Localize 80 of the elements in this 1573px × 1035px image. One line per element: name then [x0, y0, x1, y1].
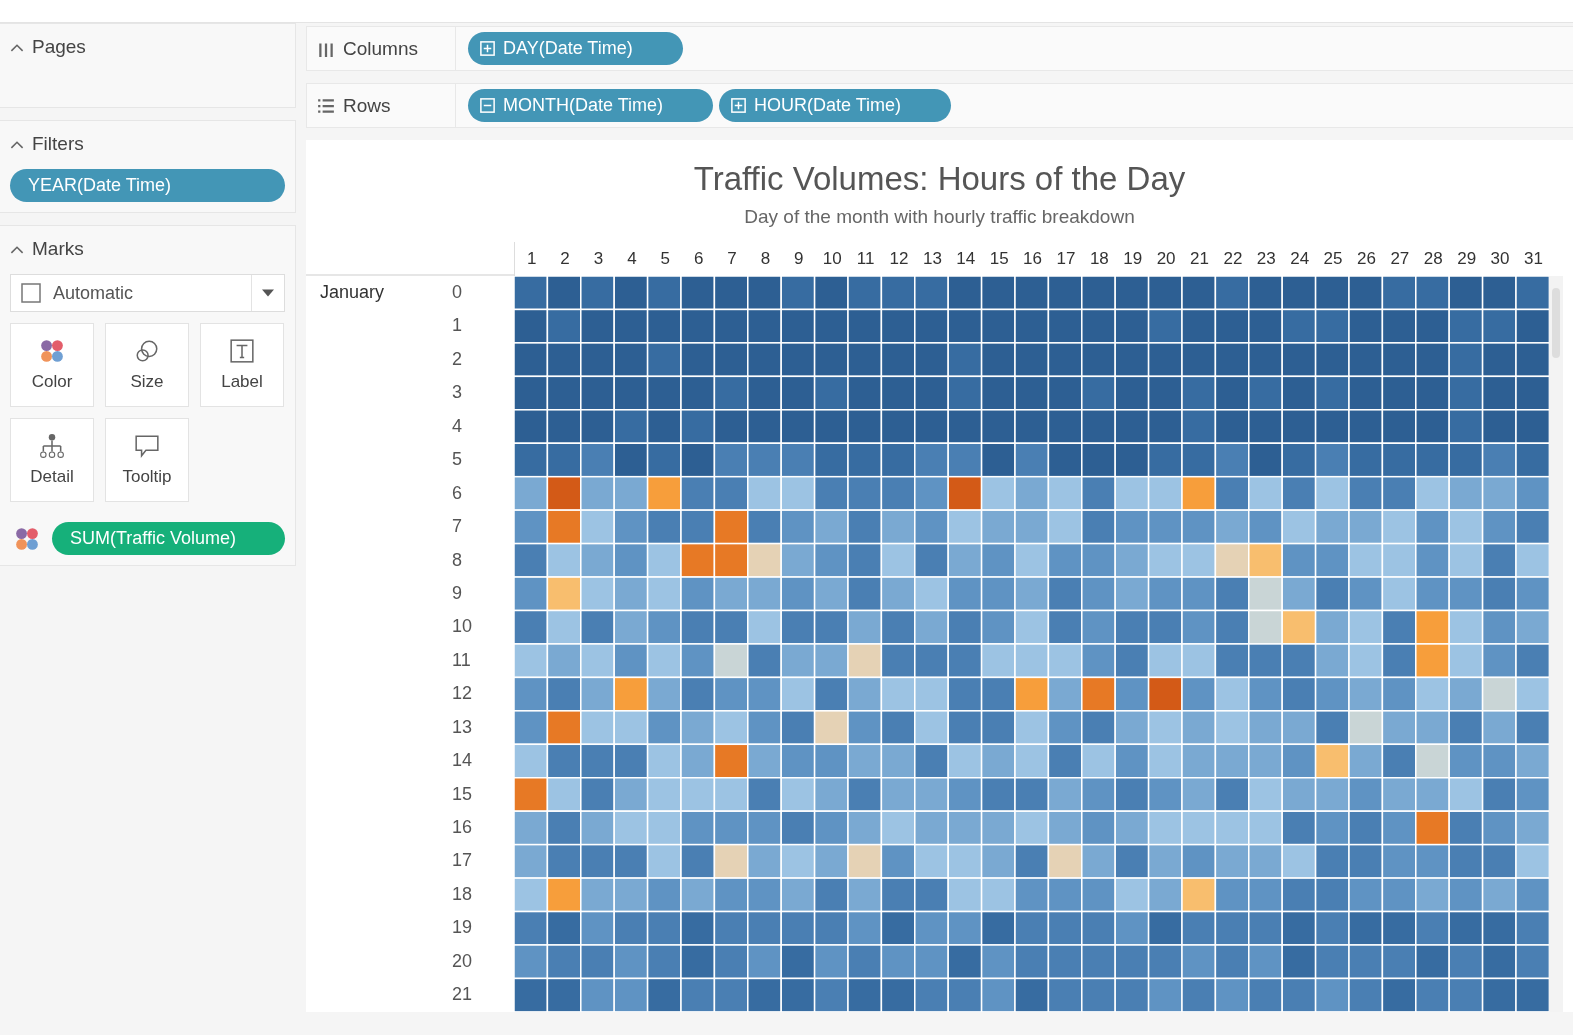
column-header: 31 — [1522, 249, 1544, 269]
mark-card-button[interactable]: Tooltip — [105, 418, 189, 502]
marks-header[interactable]: Marks — [10, 234, 285, 264]
shelf-label: Rows — [343, 94, 391, 117]
rows-icon — [317, 96, 335, 115]
column-header: 19 — [1122, 249, 1144, 269]
mark-type-dropdown[interactable]: Automatic — [10, 274, 285, 312]
column-header: 9 — [793, 249, 805, 269]
text-box-icon — [229, 338, 255, 364]
mark-card-button[interactable]: Detail — [10, 418, 94, 502]
column-header: 7 — [726, 249, 738, 269]
row-header: 0 — [451, 281, 463, 304]
section-title: Pages — [32, 36, 86, 58]
mark-card-button[interactable]: Size — [105, 323, 189, 407]
row-header: 2 — [451, 347, 463, 371]
column-header: 16 — [1022, 249, 1043, 269]
mark-card-button[interactable]: Color — [10, 323, 94, 407]
row-header: 3 — [451, 381, 463, 405]
chart-title: Traffic Volumes: Hours of the Day — [692, 160, 1187, 198]
row-header: 10 — [451, 615, 474, 639]
scrollbar[interactable] — [1549, 276, 1564, 1012]
column-header: 24 — [1289, 249, 1311, 269]
row-header: 7 — [451, 515, 463, 539]
column-header: 12 — [888, 249, 910, 269]
column-header: 29 — [1456, 249, 1478, 269]
row-header: 20 — [451, 949, 474, 973]
hierarchy-icon — [39, 433, 65, 459]
mark-card-button[interactable]: Label — [200, 323, 284, 407]
row-header: 4 — [451, 414, 463, 438]
column-header: 15 — [988, 249, 1010, 269]
column-header: 17 — [1055, 249, 1077, 269]
chart-subtitle: Day of the month with hourly traffic breakdown — [743, 206, 1136, 228]
shelf-label: Columns — [343, 37, 418, 60]
section-title: Marks — [32, 238, 84, 260]
column-header: 25 — [1322, 249, 1344, 269]
column-header: 5 — [659, 249, 671, 269]
column-header: 14 — [955, 249, 977, 269]
row-header: 19 — [451, 916, 474, 940]
column-header: 8 — [759, 249, 772, 269]
column-header: 2 — [559, 249, 571, 269]
section-title: Filters — [32, 133, 84, 155]
row-header: 21 — [451, 983, 474, 1007]
column-header: 1 — [525, 249, 538, 269]
column-header: 30 — [1489, 249, 1511, 269]
row-header: 17 — [451, 849, 474, 873]
column-header: 21 — [1189, 249, 1210, 269]
row-header: 12 — [451, 682, 474, 706]
color-dots-icon — [39, 338, 65, 364]
column-header: 13 — [921, 249, 943, 269]
column-header: 18 — [1088, 249, 1110, 269]
pages-header[interactable]: Pages — [10, 32, 285, 62]
row-header: 13 — [451, 715, 474, 739]
column-header: 28 — [1422, 249, 1444, 269]
column-header: 20 — [1155, 249, 1177, 269]
color-dots-icon — [14, 525, 40, 552]
row-header: 5 — [451, 448, 463, 472]
speech-bubble-icon — [134, 433, 160, 459]
column-header: 23 — [1255, 249, 1277, 269]
row-header: January — [320, 281, 385, 304]
row-header: 1 — [451, 314, 463, 338]
row-header: 8 — [451, 548, 463, 572]
row-header: 15 — [451, 782, 474, 806]
square-icon — [21, 283, 41, 303]
row-header: 16 — [451, 816, 474, 839]
column-header: 26 — [1356, 249, 1377, 269]
column-header: 11 — [855, 249, 876, 269]
filters-header[interactable]: Filters — [10, 129, 285, 159]
row-header: 11 — [451, 648, 472, 672]
circles-icon — [134, 338, 160, 364]
caret-icon — [262, 289, 274, 297]
column-header: 6 — [692, 249, 705, 269]
column-header: 27 — [1389, 249, 1411, 269]
row-header: 9 — [451, 581, 463, 605]
row-header: 14 — [451, 749, 474, 773]
column-header: 22 — [1222, 249, 1244, 269]
column-header: 10 — [821, 249, 843, 269]
row-header: 18 — [451, 882, 474, 906]
column-header: 4 — [626, 249, 638, 269]
column-header: 3 — [592, 249, 605, 269]
row-header: 6 — [451, 481, 463, 505]
